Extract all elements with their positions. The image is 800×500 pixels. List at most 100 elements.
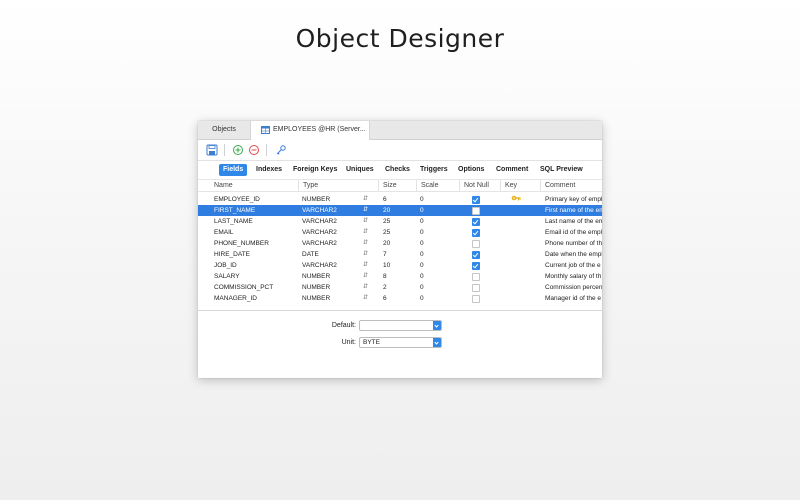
- table-row[interactable]: SALARY NUMBER ⇵ 8 0 Monthly salary of th: [198, 271, 602, 282]
- tab-employees[interactable]: EMPLOYEES @HR (Server...: [250, 121, 370, 140]
- field-type-cell[interactable]: NUMBER: [302, 293, 358, 304]
- field-scale-cell[interactable]: 0: [420, 260, 424, 271]
- subtab-options[interactable]: Options: [454, 164, 488, 176]
- field-type-cell[interactable]: VARCHAR2: [302, 238, 358, 249]
- table-row[interactable]: JOB_ID VARCHAR2 ⇵ 10 0 Current job of the e: [198, 260, 602, 271]
- field-name-cell[interactable]: JOB_ID: [214, 260, 294, 271]
- field-name-cell[interactable]: COMMISSION_PCT: [214, 282, 294, 293]
- not-null-checkbox[interactable]: [472, 295, 480, 303]
- column-header-name[interactable]: Name: [210, 180, 298, 191]
- not-null-checkbox[interactable]: [472, 251, 480, 259]
- field-type-cell[interactable]: DATE: [302, 249, 358, 260]
- field-name-cell[interactable]: FIRST_NAME: [214, 205, 294, 216]
- field-name-cell[interactable]: EMAIL: [214, 227, 294, 238]
- field-type-cell[interactable]: VARCHAR2: [302, 227, 358, 238]
- table-row[interactable]: HIRE_DATE DATE ⇵ 7 0 Date when the empl: [198, 249, 602, 260]
- field-comment-cell[interactable]: First name of the em: [545, 205, 602, 216]
- stepper-icon[interactable]: ⇵: [363, 227, 368, 238]
- stepper-icon[interactable]: ⇵: [363, 293, 368, 304]
- column-header-comment[interactable]: Comment: [540, 180, 602, 191]
- field-scale-cell[interactable]: 0: [420, 194, 424, 205]
- field-scale-cell[interactable]: 0: [420, 293, 424, 304]
- subtab-sql-preview[interactable]: SQL Preview: [536, 164, 587, 176]
- column-header-key[interactable]: Key: [500, 180, 537, 191]
- field-comment-cell[interactable]: Date when the empl: [545, 249, 602, 260]
- field-size-cell[interactable]: 10: [383, 260, 390, 271]
- field-size-cell[interactable]: 8: [383, 271, 387, 282]
- not-null-checkbox[interactable]: [472, 240, 480, 248]
- delete-field-icon[interactable]: [248, 144, 260, 156]
- field-scale-cell[interactable]: 0: [420, 238, 424, 249]
- field-name-cell[interactable]: PHONE_NUMBER: [214, 238, 294, 249]
- field-comment-cell[interactable]: Current job of the e: [545, 260, 602, 271]
- field-comment-cell[interactable]: Manager id of the e: [545, 293, 602, 304]
- not-null-checkbox[interactable]: [472, 229, 480, 237]
- unit-dropdown[interactable]: BYTE: [359, 337, 442, 348]
- stepper-icon[interactable]: ⇵: [363, 282, 368, 293]
- field-size-cell[interactable]: 2: [383, 282, 387, 293]
- field-comment-cell[interactable]: Last name of the em: [545, 216, 602, 227]
- field-scale-cell[interactable]: 0: [420, 282, 424, 293]
- table-row[interactable]: EMPLOYEE_ID NUMBER ⇵ 6 0 Primary key of empl: [198, 194, 602, 205]
- field-name-cell[interactable]: SALARY: [214, 271, 294, 282]
- field-name-cell[interactable]: LAST_NAME: [214, 216, 294, 227]
- field-size-cell[interactable]: 7: [383, 249, 387, 260]
- field-size-cell[interactable]: 20: [383, 205, 390, 216]
- not-null-checkbox[interactable]: [472, 218, 480, 226]
- default-dropdown[interactable]: [359, 320, 442, 331]
- table-row[interactable]: LAST_NAME VARCHAR2 ⇵ 25 0 Last name of the em: [198, 216, 602, 227]
- field-name-cell[interactable]: HIRE_DATE: [214, 249, 294, 260]
- primary-key-icon[interactable]: [275, 144, 287, 156]
- column-header-not-null[interactable]: Not Null: [459, 180, 501, 191]
- field-scale-cell[interactable]: 0: [420, 271, 424, 282]
- stepper-icon[interactable]: ⇵: [363, 260, 368, 271]
- subtab-comment[interactable]: Comment: [492, 164, 532, 176]
- stepper-icon[interactable]: ⇵: [363, 238, 368, 249]
- subtab-fields[interactable]: Fields: [219, 164, 248, 176]
- not-null-checkbox[interactable]: [472, 196, 480, 204]
- table-row[interactable]: MANAGER_ID NUMBER ⇵ 6 0 Manager id of the e: [198, 293, 602, 304]
- field-type-cell[interactable]: VARCHAR2: [302, 260, 358, 271]
- table-row[interactable]: FIRST_NAME VARCHAR2 ⇵ 20 0 First name of the …: [198, 205, 602, 216]
- field-type-cell[interactable]: NUMBER: [302, 194, 358, 205]
- not-null-checkbox[interactable]: [472, 207, 480, 215]
- stepper-icon[interactable]: ⇵: [363, 249, 368, 260]
- subtab-triggers[interactable]: Triggers: [416, 164, 452, 176]
- not-null-checkbox[interactable]: [472, 284, 480, 292]
- not-null-checkbox[interactable]: [472, 262, 480, 270]
- table-row[interactable]: PHONE_NUMBER VARCHAR2 ⇵ 20 0 Phone number of …: [198, 238, 602, 249]
- field-size-cell[interactable]: 25: [383, 216, 390, 227]
- field-scale-cell[interactable]: 0: [420, 249, 424, 260]
- field-comment-cell[interactable]: Monthly salary of th: [545, 271, 602, 282]
- field-name-cell[interactable]: EMPLOYEE_ID: [214, 194, 294, 205]
- table-row[interactable]: EMAIL VARCHAR2 ⇵ 25 0 Email id of the empl: [198, 227, 602, 238]
- table-row[interactable]: COMMISSION_PCT NUMBER ⇵ 2 0 Commission percen: [198, 282, 602, 293]
- field-type-cell[interactable]: VARCHAR2: [302, 205, 358, 216]
- column-header-size[interactable]: Size: [378, 180, 417, 191]
- field-size-cell[interactable]: 25: [383, 227, 390, 238]
- subtab-indexes[interactable]: Indexes: [252, 164, 286, 176]
- stepper-icon[interactable]: ⇵: [363, 216, 368, 227]
- field-comment-cell[interactable]: Commission percen: [545, 282, 602, 293]
- stepper-icon[interactable]: ⇵: [363, 205, 368, 216]
- field-scale-cell[interactable]: 0: [420, 227, 424, 238]
- field-scale-cell[interactable]: 0: [420, 216, 424, 227]
- field-size-cell[interactable]: 6: [383, 293, 387, 304]
- subtab-uniques[interactable]: Uniques: [342, 164, 378, 176]
- save-icon[interactable]: [206, 144, 218, 156]
- subtab-checks[interactable]: Checks: [381, 164, 414, 176]
- stepper-icon[interactable]: ⇵: [363, 194, 368, 205]
- subtab-foreign-keys[interactable]: Foreign Keys: [289, 164, 341, 176]
- field-name-cell[interactable]: MANAGER_ID: [214, 293, 294, 304]
- field-size-cell[interactable]: 20: [383, 238, 390, 249]
- tab-objects[interactable]: Objects: [198, 121, 250, 139]
- field-type-cell[interactable]: VARCHAR2: [302, 216, 358, 227]
- field-comment-cell[interactable]: Phone number of th: [545, 238, 602, 249]
- field-type-cell[interactable]: NUMBER: [302, 271, 358, 282]
- field-scale-cell[interactable]: 0: [420, 205, 424, 216]
- field-comment-cell[interactable]: Email id of the empl: [545, 227, 602, 238]
- stepper-icon[interactable]: ⇵: [363, 271, 368, 282]
- column-header-type[interactable]: Type: [298, 180, 379, 191]
- field-comment-cell[interactable]: Primary key of empl: [545, 194, 602, 205]
- not-null-checkbox[interactable]: [472, 273, 480, 281]
